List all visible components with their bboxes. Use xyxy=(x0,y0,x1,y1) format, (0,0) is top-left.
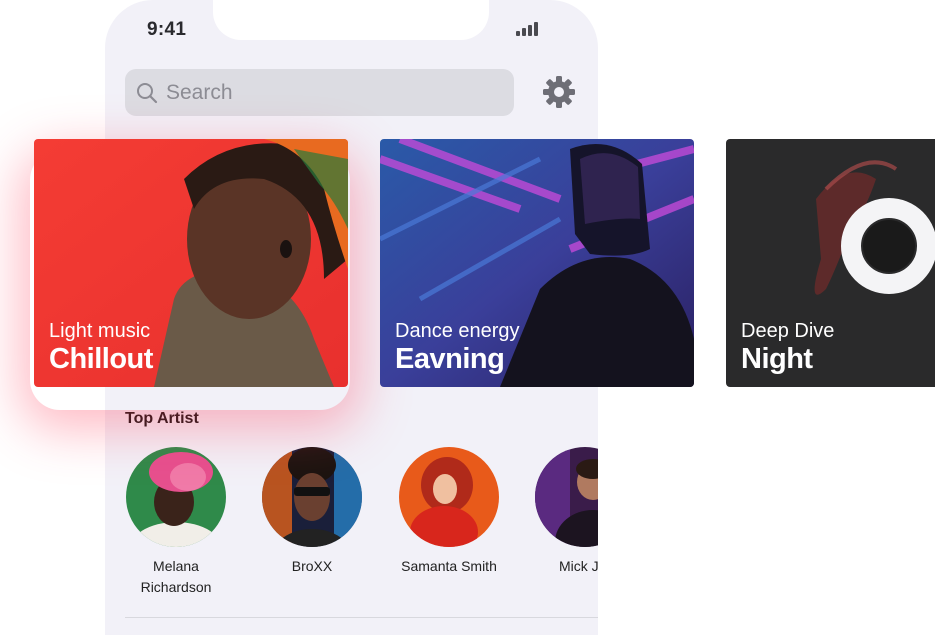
artist-name: Melana Richardson xyxy=(140,558,212,595)
artist-item[interactable]: Mick Jor xyxy=(520,447,598,577)
artist-item[interactable]: Samanta Smith xyxy=(384,447,514,577)
artist-avatar xyxy=(535,447,598,547)
artist-item[interactable]: BroXX xyxy=(247,447,377,577)
card-subtitle: Light music xyxy=(49,320,151,342)
artist-name: Samanta Smith xyxy=(401,558,497,574)
status-time: 9:41 xyxy=(147,19,187,40)
card-title: Night xyxy=(741,343,813,375)
playlist-card-eavning[interactable]: Dance energy Eavning xyxy=(380,139,694,387)
artist-name: BroXX xyxy=(291,558,333,574)
artist-item[interactable]: Melana Richardson xyxy=(111,447,241,598)
playlist-card-chillout[interactable]: Light music Chillout xyxy=(34,139,348,387)
search-icon xyxy=(137,82,158,103)
phone-notch xyxy=(213,0,489,40)
card-subtitle: Dance energy xyxy=(395,320,520,342)
divider xyxy=(125,617,598,618)
card-title: Chillout xyxy=(49,343,153,375)
artist-name: Mick Jor xyxy=(558,558,598,574)
playlist-card-night[interactable]: Deep Dive Night xyxy=(726,139,935,387)
card-subtitle: Deep Dive xyxy=(741,320,835,342)
artist-avatar xyxy=(126,447,226,547)
top-artist-heading: Top Artist xyxy=(125,410,199,427)
search-input[interactable]: Search xyxy=(125,69,514,116)
search-placeholder: Search xyxy=(166,80,233,104)
card-title: Eavning xyxy=(395,343,505,375)
signal-icon xyxy=(516,22,542,36)
gear-icon[interactable] xyxy=(541,74,577,110)
artist-avatar xyxy=(399,447,499,547)
artist-avatar xyxy=(262,447,362,547)
